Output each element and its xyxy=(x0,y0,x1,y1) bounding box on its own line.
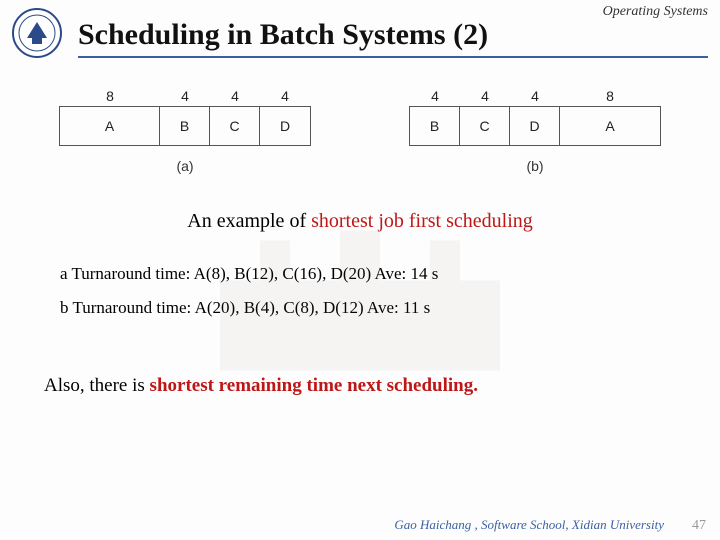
job-box: A xyxy=(560,107,660,145)
header: Operating Systems Scheduling in Batch Sy… xyxy=(0,0,720,58)
durations-row-b: 4 4 4 8 xyxy=(410,88,660,104)
job-box: B xyxy=(160,107,210,145)
duration-cell: 4 xyxy=(210,88,260,104)
closing-line: Also, there is shortest remaining time n… xyxy=(44,375,720,397)
duration-cell: 4 xyxy=(410,88,460,104)
job-box: C xyxy=(210,107,260,145)
footer: Gao Haichang , Software School, Xidian U… xyxy=(0,517,706,534)
diagram-a: 8 4 4 4 A B C D (a) xyxy=(59,88,311,174)
caption-prefix: An example of xyxy=(187,210,311,232)
diagram-caption-a: (a) xyxy=(176,158,193,174)
box-row-a: A B C D xyxy=(59,106,311,146)
job-box: D xyxy=(260,107,310,145)
turnaround-lines: a Turnaround time: A(8), B(12), C(16), D… xyxy=(60,257,720,325)
job-box: B xyxy=(410,107,460,145)
duration-cell: 8 xyxy=(60,88,160,104)
duration-cell: 4 xyxy=(510,88,560,104)
example-caption: An example of shortest job first schedul… xyxy=(0,210,720,233)
diagram-caption-b: (b) xyxy=(526,158,543,174)
job-box: D xyxy=(510,107,560,145)
page-number: 47 xyxy=(692,518,706,534)
closing-prefix: Also, there is xyxy=(44,375,150,396)
duration-cell: 8 xyxy=(560,88,660,104)
job-box: A xyxy=(60,107,160,145)
university-logo-icon xyxy=(12,8,62,58)
duration-cell: 4 xyxy=(260,88,310,104)
diagram-b: 4 4 4 8 B C D A (b) xyxy=(409,88,661,174)
title-block: Operating Systems Scheduling in Batch Sy… xyxy=(78,8,708,58)
box-row-b: B C D A xyxy=(409,106,661,146)
turnaround-a: a Turnaround time: A(8), B(12), C(16), D… xyxy=(60,257,720,291)
job-box: C xyxy=(460,107,510,145)
diagrams: 8 4 4 4 A B C D (a) 4 4 4 8 B C D A (b) xyxy=(30,88,690,174)
slide-title: Scheduling in Batch Systems (2) xyxy=(78,18,708,58)
footer-credit: Gao Haichang , Software School, Xidian U… xyxy=(394,517,664,533)
duration-cell: 4 xyxy=(460,88,510,104)
closing-highlight: shortest remaining time next scheduling. xyxy=(150,375,478,396)
turnaround-b: b Turnaround time: A(20), B(4), C(8), D(… xyxy=(60,291,720,325)
course-label: Operating Systems xyxy=(603,4,708,20)
caption-highlight: shortest job first scheduling xyxy=(311,210,533,232)
durations-row-a: 8 4 4 4 xyxy=(60,88,310,104)
duration-cell: 4 xyxy=(160,88,210,104)
